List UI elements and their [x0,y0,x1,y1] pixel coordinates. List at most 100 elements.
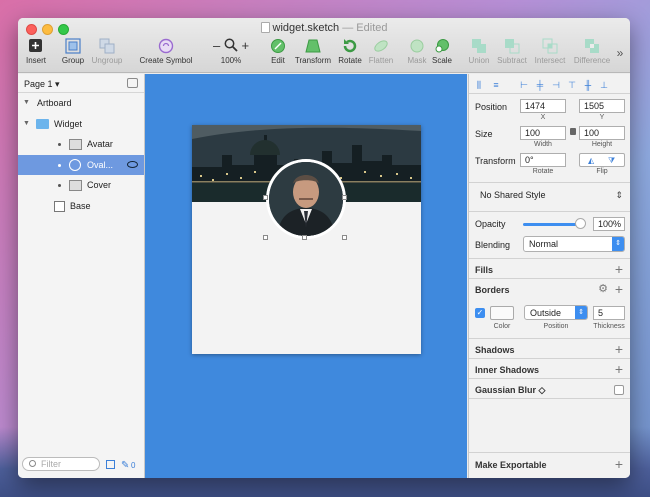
layer-cover[interactable]: Cover [18,175,144,196]
add-border-icon[interactable]: + [615,282,623,296]
lock-icon[interactable] [570,128,576,135]
layer-label: Base [70,200,91,211]
ungroup-button[interactable]: Ungroup [88,38,126,65]
resize-handle-se[interactable] [342,235,347,240]
zoom-control[interactable]: – + 100% [208,38,254,65]
edit-label: Edit [271,56,285,65]
intersect-button[interactable]: Intersect [532,38,568,65]
zoom-out-button[interactable]: – [213,38,220,53]
fills-header[interactable]: Fills [475,265,493,275]
border-thickness-field[interactable]: 5 [593,306,625,320]
subtract-button[interactable]: Subtract [495,38,529,65]
make-exportable-header[interactable]: Make Exportable [475,460,547,470]
disclosure-triangle-icon[interactable]: ▼ [23,93,30,114]
resize-handle-s[interactable] [302,235,307,240]
intersect-label: Intersect [534,56,566,65]
shared-style-select[interactable]: No Shared Style ⇕ [475,188,625,204]
difference-button[interactable]: Difference [571,38,613,65]
align-middle-icon[interactable]: ╫ [583,80,593,90]
transform-icon [304,38,322,54]
mask-button[interactable]: Mask [406,38,428,65]
layer-artboard[interactable]: ▼ Artboard [18,93,144,114]
divider [469,258,630,259]
page-list-toggle-icon[interactable] [127,78,138,88]
add-fill-icon[interactable]: + [615,262,623,276]
transform-button[interactable]: Transform [293,38,333,65]
union-button[interactable]: Union [466,38,492,65]
align-top-icon[interactable]: ⊤ [567,80,577,90]
flatten-label: Flatten [368,56,394,65]
layer-widget[interactable]: ▼ Widget [18,114,144,135]
pencil-icon[interactable]: ✎ [121,460,129,471]
group-button[interactable]: Group [58,38,88,65]
layer-oval[interactable]: Oval... [18,154,144,175]
eye-icon[interactable] [127,160,138,168]
height-field[interactable]: 100 [579,126,625,140]
portrait-photo [269,162,343,236]
mask-icon [408,38,426,54]
layer-base[interactable]: Base [18,196,144,217]
border-position-select[interactable]: Outside ⇕ [524,305,588,320]
border-enabled-checkbox[interactable]: ✓ [475,308,485,318]
insert-label: Insert [25,56,46,65]
border-color-well[interactable] [490,306,514,320]
zoom-in-button[interactable]: + [241,38,249,53]
flip-horizontal-icon[interactable]: ◭ [588,156,594,165]
design-canvas[interactable] [145,74,467,478]
shadows-header[interactable]: Shadows [475,345,515,355]
add-shadow-icon[interactable]: + [615,342,623,356]
oval-icon [69,158,81,171]
width-field[interactable]: 100 [520,126,566,140]
add-export-icon[interactable]: + [615,457,623,471]
align-toolbar: ⫼ ≡ ⊢ ╪ ⊣ ⊤ ╫ ⊥ [469,74,630,94]
align-left-icon[interactable]: ⊢ [519,80,529,90]
toolbar-overflow-button[interactable]: » [614,46,626,60]
union-icon [470,38,488,54]
transform-label: Transform [294,56,332,65]
blending-select[interactable]: Normal ⇕ [523,236,625,252]
scale-icon [433,38,451,54]
gaussian-blur-header[interactable]: Gaussian Blur ◇ [475,385,545,396]
inner-shadows-header[interactable]: Inner Shadows [475,365,539,375]
align-bottom-icon[interactable]: ⊥ [599,80,609,90]
edit-button[interactable]: Edit [268,38,288,65]
add-inner-shadow-icon[interactable]: + [615,362,623,376]
align-center-icon[interactable]: ╪ [535,80,545,90]
create-symbol-button[interactable]: Create Symbol [134,38,198,65]
resize-handle-ne[interactable] [342,195,347,200]
layers-sidebar: Page 1 ▾ ▼ Artboard ▼ Widget Avatar Oval… [18,74,145,478]
insert-button[interactable]: Insert [22,38,50,65]
resize-handle-sw[interactable] [263,235,268,240]
gear-icon[interactable]: ⚙ [598,282,608,295]
resize-handle-nw[interactable] [263,195,268,200]
rotate-field[interactable]: 0° [520,153,566,167]
avatar-image[interactable] [266,159,346,239]
gaussian-blur-checkbox[interactable] [614,385,624,395]
y-field[interactable]: 1505 [579,99,625,113]
layer-avatar[interactable]: Avatar [18,134,144,155]
opacity-slider-thumb[interactable] [575,218,586,229]
opacity-field[interactable]: 100% [593,217,625,231]
distribute-vertical-icon[interactable]: ≡ [491,80,501,90]
flip-vertical-icon[interactable]: ⧩ [608,156,615,166]
position-label: Position [475,102,508,112]
borders-header[interactable]: Borders [475,285,510,295]
scale-button[interactable]: Scale [430,38,454,65]
flatten-button[interactable]: Flatten [366,38,396,65]
page-selector[interactable]: Page 1 ▾ [18,74,144,93]
copy-icon[interactable] [106,460,115,469]
opacity-slider[interactable] [523,223,581,226]
layer-label: Artboard [37,98,72,108]
artboard-widget[interactable] [192,125,421,354]
divider [469,358,630,359]
ungroup-icon [98,38,116,54]
flip-control[interactable]: ◭ ⧩ [579,153,625,167]
disclosure-triangle-icon[interactable]: ▼ [23,114,30,135]
x-field[interactable]: 1474 [520,99,566,113]
rotate-icon [341,38,359,54]
rotate-button[interactable]: Rotate [336,38,364,65]
align-right-icon[interactable]: ⊣ [551,80,561,90]
layer-filter-input[interactable]: Filter [22,457,100,471]
distribute-horizontal-icon[interactable]: ⫼ [474,80,484,90]
document-icon [260,22,270,33]
